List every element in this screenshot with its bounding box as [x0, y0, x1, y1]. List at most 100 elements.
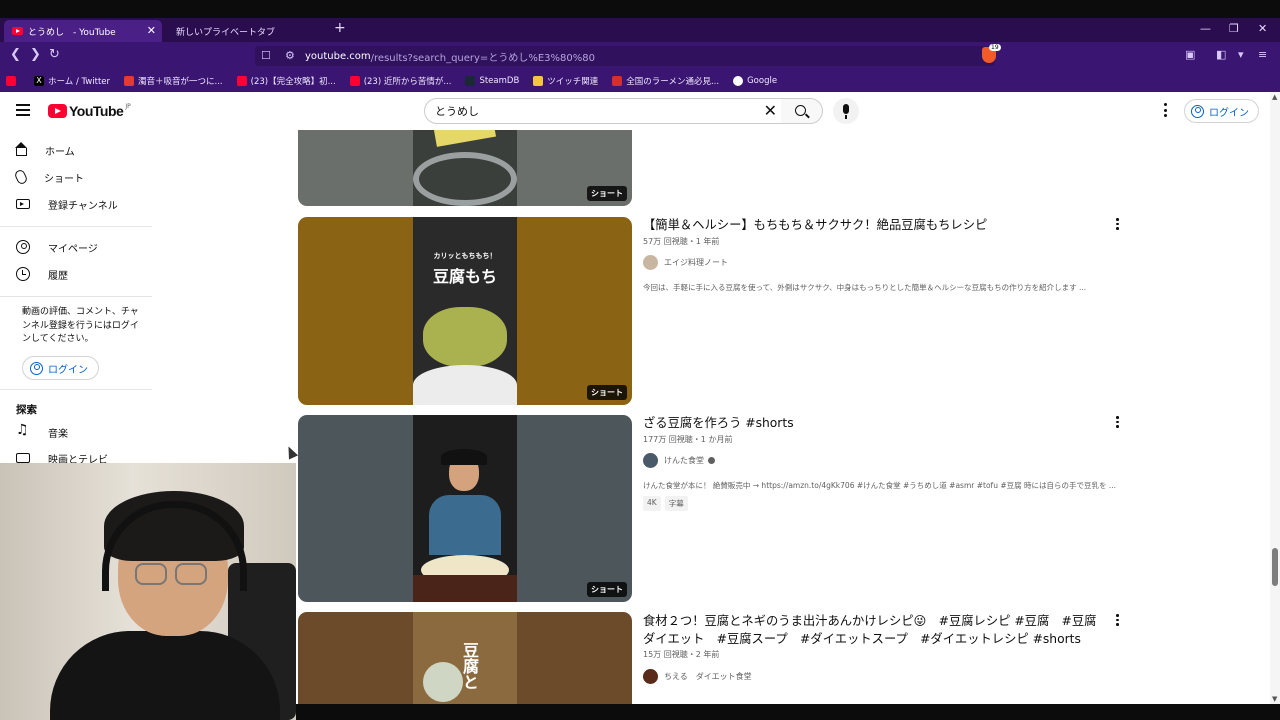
you-icon [16, 240, 30, 254]
forward-icon[interactable]: ❯ [30, 47, 41, 62]
channel-info[interactable]: けんた食堂 [643, 452, 715, 468]
explore-heading: 探索 [16, 404, 37, 416]
bookmark-item[interactable] [6, 76, 20, 86]
bookmark-label: 全国のラーメン通必見... [626, 77, 720, 87]
channel-info[interactable]: ちえる ダイエット食堂 [643, 668, 752, 684]
bookmark-item[interactable]: (23)【完全攻略】初... [236, 75, 336, 87]
bookmark-item[interactable]: X ホーム / Twitter [34, 75, 110, 87]
video-action-menu-icon[interactable] [1116, 614, 1120, 628]
tab-private[interactable]: 新しいプライベートタブ [168, 20, 318, 42]
sidebar-login-button[interactable]: ログイン [22, 356, 99, 380]
address-bar[interactable]: ☐ ⚙ youtube.com/results?search_query=とうめ… [255, 46, 995, 66]
channel-info[interactable]: エイジ料理ノート [643, 254, 728, 270]
sidebar-item-label: ホーム [45, 146, 75, 158]
shorts-icon [13, 168, 29, 186]
screen-top-strip [0, 0, 1280, 18]
thumbnail-title: 豆腐もち [432, 267, 497, 286]
settings-menu-icon[interactable] [1164, 103, 1168, 120]
login-button[interactable]: ログイン [1184, 99, 1259, 123]
tab-youtube[interactable]: とうめし - YouTube ✕ [4, 20, 162, 42]
bookmark-label: ツイッチ関連 [547, 77, 599, 87]
avatar [643, 452, 658, 468]
login-label: ログイン [48, 364, 88, 376]
bookmark-icon[interactable]: ☐ [261, 49, 271, 62]
new-tab-button[interactable]: + [334, 20, 346, 36]
scrollbar-thumb[interactable] [1272, 548, 1278, 586]
video-title[interactable]: 【簡単＆ヘルシー】もちもち＆サクサク！絶品豆腐もちレシピ [643, 216, 1103, 234]
webcam-overlay [0, 463, 296, 720]
back-icon[interactable]: ❮ [10, 47, 21, 62]
ramen-favicon-icon [612, 76, 623, 86]
home-icon [15, 142, 27, 156]
shorts-badge: ショート [587, 582, 627, 597]
scroll-down-icon[interactable]: ▼ [1272, 695, 1277, 703]
verified-badge-icon [708, 456, 715, 464]
video-description: 今回は、手軽に手に入る豆腐を使って、外側はサクサク、中身はもっちりとした簡単＆ヘ… [643, 283, 1087, 292]
video-title[interactable]: 食材２つ！豆腐とネギのうま出汁あんかけレシピ😜 #豆腐レシピ #豆腐 #豆腐ダイ… [643, 612, 1103, 648]
search-button[interactable] [781, 98, 823, 124]
browser-toolbar: ❮ ❯ ↻ ☐ ⚙ youtube.com/results?search_que… [0, 42, 1280, 70]
account-icon [1191, 104, 1204, 118]
masthead: YouTube JP とうめし ✕ ログイン [0, 92, 1270, 130]
login-prompt-text: 動画の評価、コメント、チャンネル登録を行うにはログインしてください。 [22, 307, 139, 344]
sidebar-item-shorts[interactable]: ショート [13, 167, 84, 187]
video-thumbnail[interactable]: 豆腐と [298, 612, 632, 704]
voice-search-button[interactable] [833, 98, 859, 124]
search-value: とうめし [435, 105, 479, 118]
tab-label: 新しいプライベートタブ [176, 27, 276, 38]
sidebar-item-subscriptions[interactable]: 登録チャンネル [16, 194, 118, 214]
bookmark-label: Google [747, 76, 778, 86]
wallet-icon[interactable]: ▣ [1185, 48, 1195, 61]
video-description: けんた食堂が本に！ 絶賛販売中 → https://amzn.to/4gKk70… [643, 481, 1117, 490]
mic-icon [843, 104, 849, 114]
page-scrollbar[interactable]: ▲ ▼ [1270, 92, 1280, 704]
video-thumbnail[interactable]: カリッともちもち！ 豆腐もち ショート [298, 217, 632, 405]
sidebar-item-you[interactable]: マイページ [16, 237, 98, 257]
bookmark-item[interactable]: 全国のラーメン通必見... [612, 75, 719, 87]
bookmark-folder[interactable]: ツイッチ関連 [533, 75, 598, 87]
reload-icon[interactable]: ↻ [49, 47, 60, 62]
youtube-favicon-icon [12, 27, 23, 35]
bookmark-label: (23)【完全攻略】初... [250, 77, 336, 87]
thumbnail-caption: カリッともちもち！ [433, 252, 497, 260]
clear-search-icon[interactable]: ✕ [764, 101, 777, 120]
sidebar-item-home[interactable]: ホーム [15, 140, 75, 160]
bookmark-item[interactable]: SteamDB [465, 76, 519, 86]
sidebar-toggle-icon[interactable]: ◧ [1216, 48, 1226, 61]
vpn-icon[interactable]: ▾ [1238, 48, 1244, 61]
video-title[interactable]: ざる豆腐を作ろう #shorts [643, 414, 1103, 432]
person-image [50, 631, 280, 720]
sidebar-item-history[interactable]: 履歴 [16, 264, 68, 284]
video-metadata: 57万 回視聴・1 年前 [643, 237, 720, 246]
guide-menu-icon[interactable] [16, 104, 30, 116]
site-info-icon[interactable]: ⚙ [285, 49, 295, 62]
window-close-icon[interactable]: ✕ [1258, 22, 1267, 35]
sidebar-item-label: 音楽 [48, 428, 68, 440]
url-host: youtube.com [305, 50, 371, 62]
bookmark-item[interactable]: Google [733, 76, 777, 86]
channel-name: エイジ料理ノート [664, 257, 728, 267]
sidebar-item-music[interactable]: 音楽 [16, 422, 68, 442]
restore-icon[interactable]: ❐ [1229, 22, 1239, 35]
tab-close-icon[interactable]: ✕ [147, 24, 156, 37]
avatar [643, 254, 658, 270]
scroll-up-icon[interactable]: ▲ [1272, 93, 1277, 101]
browser-tab-bar: とうめし - YouTube ✕ 新しいプライベートタブ + — ❐ ✕ [0, 18, 1280, 42]
browser-menu-icon[interactable]: ≡ [1258, 48, 1267, 61]
thumbnail-image: 豆腐と [413, 612, 517, 704]
sidebar-divider [0, 389, 152, 390]
video-metadata: 177万 回視聴・1 か月前 [643, 435, 733, 444]
bookmark-label: ホーム / Twitter [48, 77, 111, 87]
bookmark-item[interactable]: (23) 近所から苦情が... [349, 75, 451, 87]
sidebar-divider [0, 296, 152, 297]
video-thumbnail[interactable]: ショート [298, 415, 632, 602]
video-action-menu-icon[interactable] [1116, 218, 1120, 232]
minimize-icon[interactable]: — [1200, 22, 1211, 35]
youtube-logo[interactable]: YouTube JP [48, 103, 131, 119]
sidebar-divider [0, 226, 152, 227]
sidebar-item-label: マイページ [48, 243, 98, 255]
search-input[interactable]: とうめし ✕ [424, 98, 782, 124]
sidebar-item-label: 履歴 [48, 270, 68, 282]
video-action-menu-icon[interactable] [1116, 416, 1120, 430]
bookmark-item[interactable]: 濁音＋吸音が一つに... [124, 75, 223, 87]
